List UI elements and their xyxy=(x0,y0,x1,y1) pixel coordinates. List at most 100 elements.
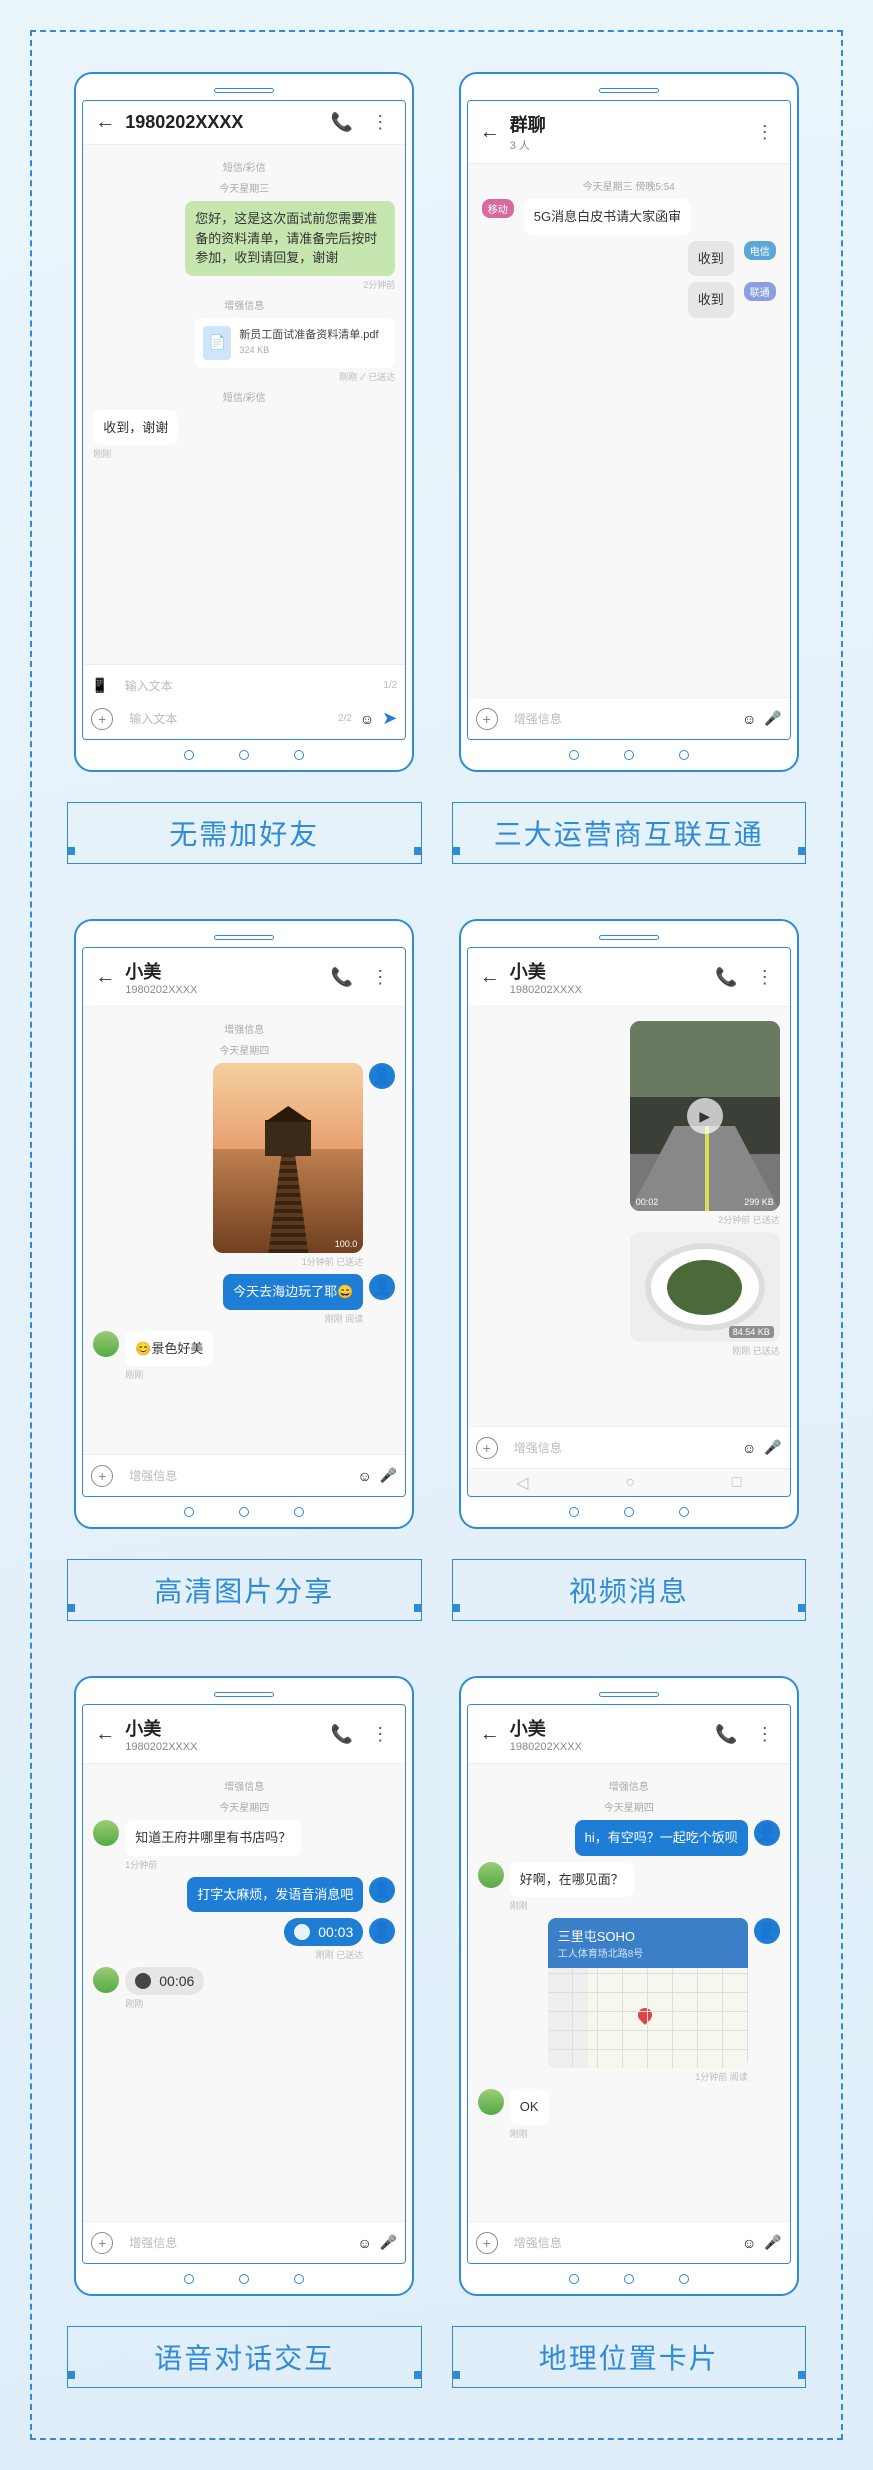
mic-icon[interactable]: 🎤 xyxy=(380,1467,397,1484)
file-icon: 📄 xyxy=(203,326,231,360)
add-icon[interactable]: + xyxy=(476,2232,498,2254)
image-message[interactable]: 84.54 KB xyxy=(630,1232,780,1342)
chat-title: 1980202XXXX xyxy=(125,112,317,133)
phone-no-friend: ← 1980202XXXX 📞 ⋮ 短信/彩信 今天星期三 您好，这是这次面试前… xyxy=(74,72,414,772)
text-input[interactable]: 增强信息 xyxy=(506,704,734,733)
emoji-icon[interactable]: ☺ xyxy=(358,2235,372,2251)
map-pin-icon xyxy=(635,2005,655,2025)
text-input[interactable]: 增强信息 xyxy=(121,2228,349,2257)
avatar-icon: 👤 xyxy=(754,1918,780,1944)
text-input[interactable]: 增强信息 xyxy=(506,2228,734,2257)
feature-grid: ← 1980202XXXX 📞 ⋮ 短信/彩信 今天星期三 您好，这是这次面试前… xyxy=(30,30,843,2440)
chat-title: 小美 xyxy=(510,962,546,982)
back-icon[interactable]: ← xyxy=(480,121,500,144)
more-icon[interactable]: ⋮ xyxy=(367,1724,393,1745)
text-input[interactable]: 输入文本 xyxy=(117,671,376,700)
file-attachment[interactable]: 📄 新员工面试准备资料清单.pdf324 KB xyxy=(195,318,395,368)
text-input[interactable]: 增强信息 xyxy=(121,1461,349,1490)
back-icon[interactable]: ← xyxy=(95,111,115,134)
back-icon[interactable]: ← xyxy=(95,1723,115,1746)
map-thumbnail xyxy=(548,1968,748,2068)
outgoing-message: hi，有空吗？一起吃个饭呗 xyxy=(575,1820,748,1856)
back-icon[interactable]: ← xyxy=(480,1723,500,1746)
mic-icon[interactable]: 🎤 xyxy=(764,1439,781,1456)
date-label: 今天星期三 傍晚5:54 xyxy=(478,178,780,193)
caption-location: 地理位置卡片 xyxy=(452,2326,807,2388)
input-bar: 📱 输入文本 1/2 + 输入文本 2/2 ☺ ➤ xyxy=(83,664,405,739)
image-message[interactable]: 100.0 xyxy=(213,1063,363,1253)
add-icon[interactable]: + xyxy=(91,1465,113,1487)
outgoing-message: 今天去海边玩了耶😄 xyxy=(223,1274,363,1310)
phone-voice: ← 小美1980202XXXX 📞 ⋮ 增强信息 今天星期四 知道王府井哪里有书… xyxy=(74,1676,414,2296)
avatar-icon xyxy=(93,1331,119,1357)
channel-label: 短信/彩信 xyxy=(93,159,395,174)
emoji-icon[interactable]: ☺ xyxy=(742,711,756,727)
avatar-icon: 👤 xyxy=(369,1063,395,1089)
more-icon[interactable]: ⋮ xyxy=(752,1724,778,1745)
text-input[interactable]: 增强信息 xyxy=(506,1433,734,1462)
back-icon[interactable]: ← xyxy=(95,966,115,989)
avatar-icon xyxy=(93,1820,119,1846)
carrier-tag-unicom: 联通 xyxy=(744,282,776,301)
phone-video: ← 小美1980202XXXX 📞 ⋮ ▶ 00:02299 KB 2分钟前 已… xyxy=(459,919,799,1529)
outgoing-message: 您好，这是这次面试前您需要准备的资料清单，请准备完后按时参加，收到请回复，谢谢 xyxy=(185,201,395,276)
voice-message-in[interactable]: 00:06 xyxy=(125,1967,204,1995)
video-message[interactable]: ▶ 00:02299 KB xyxy=(630,1021,780,1211)
carrier-tag-telecom: 电信 xyxy=(744,241,776,260)
more-icon[interactable]: ⋮ xyxy=(752,967,778,988)
send-icon[interactable]: ➤ xyxy=(382,708,397,729)
emoji-icon[interactable]: ☺ xyxy=(358,1468,372,1484)
nav-back-icon[interactable]: ◁ xyxy=(516,1473,528,1493)
incoming-message: 😊景色好美 xyxy=(125,1331,213,1367)
more-icon[interactable]: ⋮ xyxy=(752,122,778,143)
chat-title: 小美 xyxy=(510,1719,546,1739)
back-icon[interactable]: ← xyxy=(480,966,500,989)
nav-home-icon[interactable]: ○ xyxy=(625,1474,635,1492)
emoji-icon[interactable]: ☺ xyxy=(742,1440,756,1456)
more-icon[interactable]: ⋮ xyxy=(367,112,393,133)
outgoing-message: 收到 xyxy=(688,282,734,318)
call-icon[interactable]: 📞 xyxy=(327,1724,357,1745)
emoji-icon[interactable]: ☺ xyxy=(742,2235,756,2251)
carrier-tag-mobile: 移动 xyxy=(482,199,514,218)
call-icon[interactable]: 📞 xyxy=(711,1724,741,1745)
date-label: 今天星期三 xyxy=(93,180,395,195)
play-icon[interactable]: ▶ xyxy=(687,1098,723,1134)
add-icon[interactable]: + xyxy=(91,2232,113,2254)
phone-location: ← 小美1980202XXXX 📞 ⋮ 增强信息 今天星期四 hi，有空吗？一起… xyxy=(459,1676,799,2296)
avatar-icon: 👤 xyxy=(369,1918,395,1944)
incoming-message: 5G消息白皮书请大家函审 xyxy=(524,199,691,235)
caption-video: 视频消息 xyxy=(452,1559,807,1621)
mic-icon[interactable]: 🎤 xyxy=(764,2234,781,2251)
call-icon[interactable]: 📞 xyxy=(711,967,741,988)
location-card[interactable]: 三里屯SOHO工人体育场北路8号 xyxy=(548,1918,748,2068)
avatar-icon xyxy=(478,2089,504,2115)
add-icon[interactable]: + xyxy=(91,708,113,730)
nav-recent-icon[interactable]: □ xyxy=(732,1474,742,1492)
add-icon[interactable]: + xyxy=(476,708,498,730)
text-input[interactable]: 输入文本 xyxy=(121,704,330,733)
add-icon[interactable]: + xyxy=(476,1437,498,1459)
incoming-message: 收到，谢谢 xyxy=(93,410,178,446)
phone-hd-image: ← 小美1980202XXXX 📞 ⋮ 增强信息 今天星期四 100.0 xyxy=(74,919,414,1529)
caption-voice: 语音对话交互 xyxy=(67,2326,422,2388)
chat-title: 群聊 xyxy=(510,115,546,135)
outgoing-message: 打字太麻烦，发语音消息吧 xyxy=(187,1877,363,1913)
incoming-message: 知道王府井哪里有书店吗？ xyxy=(125,1820,301,1856)
play-icon[interactable] xyxy=(135,1973,151,1989)
outgoing-message: 收到 xyxy=(688,241,734,277)
more-icon[interactable]: ⋮ xyxy=(367,967,393,988)
avatar-icon xyxy=(93,1967,119,1993)
call-icon[interactable]: 📞 xyxy=(327,112,357,133)
avatar-icon: 👤 xyxy=(369,1877,395,1903)
mic-icon[interactable]: 🎤 xyxy=(764,710,781,727)
channel-label: 短信/彩信 xyxy=(93,389,395,404)
call-icon[interactable]: 📞 xyxy=(327,967,357,988)
emoji-icon[interactable]: ☺ xyxy=(360,711,374,727)
voice-message-out[interactable]: 00:03 xyxy=(284,1918,363,1946)
incoming-message: OK xyxy=(510,2089,549,2125)
mic-icon[interactable]: 🎤 xyxy=(380,2234,397,2251)
chat-title: 小美 xyxy=(125,1719,161,1739)
incoming-message: 好啊，在哪见面？ xyxy=(510,1862,634,1898)
play-icon[interactable] xyxy=(294,1924,310,1940)
